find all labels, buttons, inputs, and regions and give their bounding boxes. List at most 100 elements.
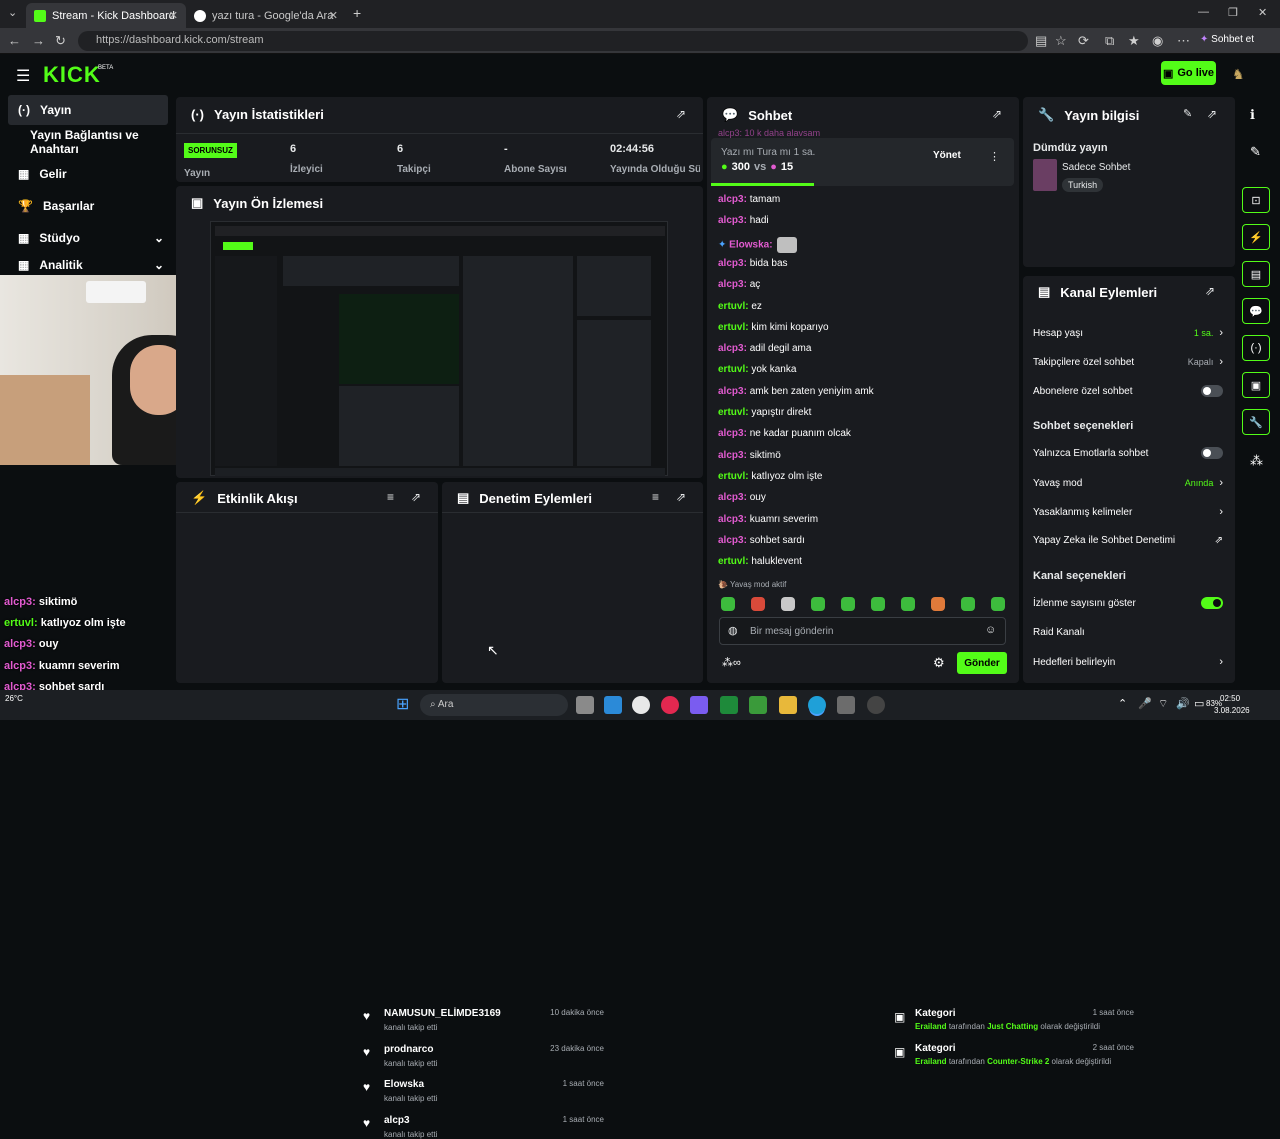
chat-username[interactable]: ertuvl [718, 407, 745, 418]
taskbar-app-photos-icon[interactable] [604, 696, 622, 714]
taskbar-app-xbox-icon[interactable] [720, 696, 738, 714]
extensions-icon[interactable]: ⟳ [1078, 33, 1089, 49]
taskbar-app-store-icon[interactable] [837, 696, 855, 714]
url-field[interactable]: https://dashboard.kick.com/stream [78, 31, 1028, 51]
rail-activity-icon[interactable]: ⚡ [1242, 224, 1270, 250]
taskbar-app-folder-icon[interactable] [779, 696, 797, 714]
battery-icon[interactable]: ▭ [1194, 697, 1204, 710]
gear-icon[interactable]: ⚙ [933, 655, 945, 671]
minimize-icon[interactable]: — [1198, 6, 1209, 18]
chat-username[interactable]: ertuvl [718, 556, 745, 567]
hamburger-icon[interactable]: ☰ [16, 66, 30, 86]
chat-username[interactable]: alcp3 [718, 514, 744, 525]
rail-wrench-icon[interactable]: 🔧 [1242, 409, 1270, 435]
popout-icon[interactable]: ⇗ [676, 490, 686, 504]
close-icon[interactable]: ✕ [169, 9, 178, 22]
category-name[interactable]: Sadece Sohbet [1062, 162, 1130, 173]
kick-logo[interactable]: KICK [43, 62, 101, 88]
taskbar-app-media-icon[interactable] [661, 696, 679, 714]
account-age-setting[interactable]: Hesap yaşı 1 sa. › [1033, 327, 1223, 339]
category-value[interactable]: Just Chatting [987, 1022, 1038, 1031]
set-goals-setting[interactable]: Hedefleri belirleyin › [1033, 656, 1223, 668]
go-live-button[interactable]: ▣ Go live [1161, 61, 1216, 85]
sidebar-item-revenue[interactable]: ▦ Gelir [8, 159, 168, 189]
rail-broadcast-icon[interactable]: (·) [1242, 335, 1270, 361]
filter-icon[interactable]: ≡ [387, 490, 394, 504]
sidebar-item-stream-key[interactable]: Yayın Bağlantısı ve Anahtarı [20, 127, 180, 157]
emote-icon[interactable] [871, 597, 885, 611]
setting-control[interactable] [1201, 447, 1223, 459]
category-value[interactable]: Counter-Strike 2 [987, 1057, 1049, 1066]
taskbar-app-edge-icon[interactable] [808, 696, 826, 714]
show-viewer-count-setting[interactable]: İzlenme sayısını göster [1033, 597, 1223, 609]
chat-username[interactable]: alcp3 [718, 450, 744, 461]
preview-video[interactable] [210, 221, 668, 476]
clock-date[interactable]: 3.08.2026 [1214, 706, 1250, 715]
clock-time[interactable]: 02:50 [1220, 694, 1240, 703]
taskbar-app-obs-icon[interactable] [867, 696, 885, 714]
emote-icon[interactable] [841, 597, 855, 611]
forward-icon[interactable]: → [32, 33, 45, 48]
taskbar-app-explorer-icon[interactable] [576, 696, 594, 714]
sidebar-item-achievements[interactable]: 🏆 Başarılar [8, 191, 168, 221]
rail-moderation-icon[interactable]: ▤ [1242, 261, 1270, 287]
kebab-icon[interactable]: ⋮ [989, 150, 1000, 163]
chat-username[interactable]: ertuvl [718, 322, 745, 333]
chat-username[interactable]: alcp3 [718, 258, 744, 269]
slow-mode-setting[interactable]: Yavaş mod Anında › [1033, 477, 1223, 489]
actor-link[interactable]: Erailand [915, 1057, 947, 1066]
more-icon[interactable]: ⋯ [1177, 33, 1190, 49]
setting-control[interactable] [1201, 597, 1223, 609]
favorite-icon[interactable]: ☆ [1055, 33, 1067, 49]
emote-only-setting[interactable]: Yalnızca Emotlarla sohbet [1033, 447, 1223, 459]
speaker-icon[interactable]: 🔊 [1176, 697, 1190, 710]
emote-icon[interactable] [901, 597, 915, 611]
banned-words-setting[interactable]: Yasaklanmış kelimeler › [1033, 506, 1223, 518]
ai-moderation-setting[interactable]: Yapay Zeka ile Sohbet Denetimi ⇗ [1033, 535, 1223, 546]
reload-icon[interactable]: ↻ [55, 33, 66, 49]
popout-icon[interactable]: ⇗ [676, 107, 686, 121]
sidebar-item-studio[interactable]: ▦ Stüdyo ⌄ [8, 223, 168, 253]
rail-chat-icon[interactable]: 💬 [1242, 298, 1270, 324]
reader-icon[interactable]: ▤ [1035, 33, 1047, 49]
maximize-icon[interactable]: ❐ [1228, 6, 1238, 19]
user-avatar-icon[interactable]: ♞ [1232, 66, 1245, 83]
popout-icon[interactable]: ⇗ [1205, 284, 1215, 298]
emote-icon[interactable] [811, 597, 825, 611]
raid-channel-setting[interactable]: Raid Kanalı [1033, 627, 1223, 638]
followers-only-setting[interactable]: Takipçilere özel sohbet Kapalı › [1033, 356, 1223, 368]
window-close-icon[interactable]: ✕ [1258, 6, 1267, 19]
chat-username[interactable]: ertuvl [718, 301, 745, 312]
points-icon[interactable]: ⁂∞ [722, 656, 741, 669]
emote-icon[interactable] [991, 597, 1005, 611]
taskbar-app-copilot-icon[interactable] [690, 696, 708, 714]
split-icon[interactable]: ⧉ [1105, 33, 1114, 49]
collections-icon[interactable]: ★ [1128, 33, 1140, 49]
windows-start-icon[interactable]: ⊞ [396, 694, 409, 714]
emote-icon[interactable] [961, 597, 975, 611]
tab-google-search[interactable]: yazı tura - Google'da Ara ✕ [186, 3, 346, 28]
poll-card[interactable]: Yazı mı Tura mı 1 sa. ● 300 vs ● 15 Yönet … [711, 138, 1014, 186]
info-icon[interactable]: ℹ [1250, 107, 1255, 123]
back-icon[interactable]: ← [8, 33, 21, 48]
sidebar-item-analytics[interactable]: ▦ Analitik ⌄ [8, 255, 168, 275]
profile-avatar-icon[interactable]: ◉ [1152, 33, 1163, 49]
chat-username[interactable]: alcp3 [718, 194, 744, 205]
emoji-icon[interactable]: ☺ [985, 624, 996, 636]
emote-icon[interactable] [931, 597, 945, 611]
toggle-switch[interactable] [1201, 447, 1223, 459]
chat-username[interactable]: ertuvl [718, 364, 745, 375]
popout-icon[interactable]: ⇗ [1207, 107, 1217, 121]
tab-kick-dashboard[interactable]: Stream - Kick Dashboard ✕ [26, 3, 186, 28]
chat-username[interactable]: alcp3 [718, 492, 744, 503]
sidebar-item-stream[interactable]: (·) Yayın [8, 95, 168, 125]
tray-chevron-icon[interactable]: ⌃ [1118, 697, 1127, 710]
emote-icon[interactable] [751, 597, 765, 611]
weather-widget[interactable]: 26°C [5, 694, 23, 703]
chat-username[interactable]: ertuvl [718, 471, 745, 482]
points-icon[interactable]: ⁂ [1250, 453, 1263, 469]
chat-username[interactable]: alcp3 [718, 343, 744, 354]
popout-icon[interactable]: ⇗ [992, 107, 1002, 121]
taskbar-app-minecraft-icon[interactable] [749, 696, 767, 714]
wifi-icon[interactable]: ⌔ [1158, 697, 1168, 711]
